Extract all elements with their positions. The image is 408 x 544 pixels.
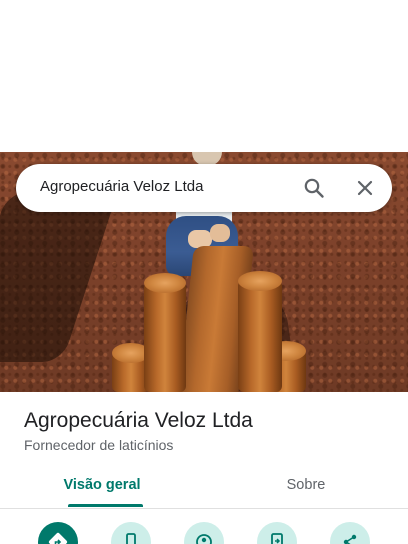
- directions-button[interactable]: [38, 522, 78, 544]
- share-icon: [343, 534, 357, 544]
- directions-icon: [48, 532, 68, 544]
- action-buttons: [0, 522, 408, 544]
- search-icon[interactable]: [302, 176, 326, 200]
- photo-wooden-post: [144, 273, 186, 392]
- call-button[interactable]: [111, 522, 151, 544]
- tab-overview[interactable]: Visão geral: [0, 470, 204, 508]
- nearby-button[interactable]: [184, 522, 224, 544]
- search-input[interactable]: Agropecuária Veloz Ltda: [40, 178, 203, 195]
- search-bar[interactable]: Agropecuária Veloz Ltda: [16, 164, 392, 212]
- photo-wooden-post: [238, 271, 282, 392]
- send-to-phone-icon: [271, 533, 283, 544]
- tab-about[interactable]: Sobre: [204, 470, 408, 508]
- active-tab-indicator: [68, 504, 143, 507]
- send-to-phone-button[interactable]: [257, 522, 297, 544]
- photo-child-hand: [210, 224, 230, 242]
- close-icon[interactable]: [353, 176, 377, 200]
- photo-shadow: [0, 192, 118, 362]
- tab-bar: Visão geral Sobre: [0, 470, 408, 509]
- place-title: Agropecuária Veloz Ltda: [24, 409, 253, 432]
- nearby-icon: [196, 534, 212, 544]
- share-button[interactable]: [330, 522, 370, 544]
- blank-header-area: [0, 0, 408, 152]
- place-category[interactable]: Fornecedor de laticínios: [24, 437, 173, 453]
- phone-icon: [126, 533, 136, 544]
